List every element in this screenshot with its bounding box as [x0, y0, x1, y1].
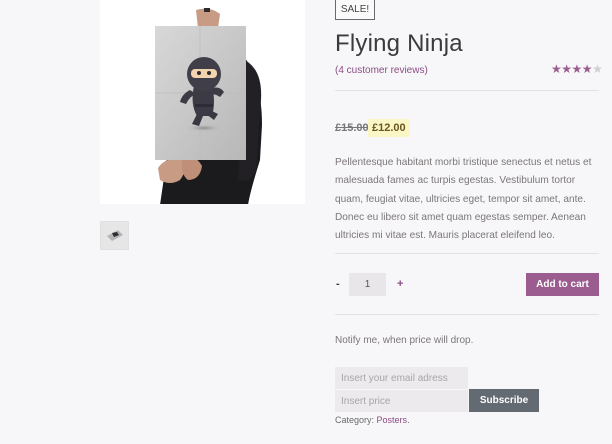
quantity-decrease-button[interactable]: - — [336, 278, 340, 290]
product-title: Flying Ninja — [335, 30, 463, 57]
star-empty-icon: ★ — [592, 62, 603, 76]
star-filled-icon: ★ — [571, 62, 583, 76]
product-main-image[interactable] — [100, 0, 305, 204]
divider — [335, 314, 599, 315]
customer-reviews-link[interactable]: (4 customer reviews) — [335, 65, 428, 76]
regular-price: £15.00 — [335, 122, 369, 134]
sale-price: £12.00 — [368, 119, 410, 137]
star-filled-icon: ★ — [551, 62, 562, 76]
subscribe-button[interactable]: Subscribe — [469, 389, 539, 412]
email-field[interactable] — [335, 367, 468, 389]
thumbnail-image — [101, 222, 128, 249]
star-rating: ★★★★★ — [551, 62, 603, 76]
divider — [335, 90, 599, 91]
product-thumbnail[interactable] — [100, 221, 129, 250]
star-filled-icon: ★ — [561, 62, 572, 76]
price-field[interactable] — [335, 390, 468, 412]
quantity-input[interactable] — [349, 273, 386, 296]
category-link-posters[interactable]: Posters — [377, 415, 408, 425]
category-label: Category: — [335, 415, 375, 425]
product-category: Category: Posters. — [335, 415, 410, 425]
ninja-poster-image — [100, 0, 305, 204]
sale-badge: SALE! — [335, 0, 375, 20]
category-suffix: . — [407, 415, 410, 425]
price-drop-notice: Notify me, when price will drop. — [335, 335, 474, 346]
star-filled-icon: ★ — [581, 62, 593, 76]
add-to-cart-button[interactable]: Add to cart — [526, 273, 599, 296]
quantity-increase-button[interactable]: + — [397, 278, 403, 290]
product-description: Pellentesque habitant morbi tristique se… — [335, 157, 592, 242]
divider — [335, 253, 599, 254]
